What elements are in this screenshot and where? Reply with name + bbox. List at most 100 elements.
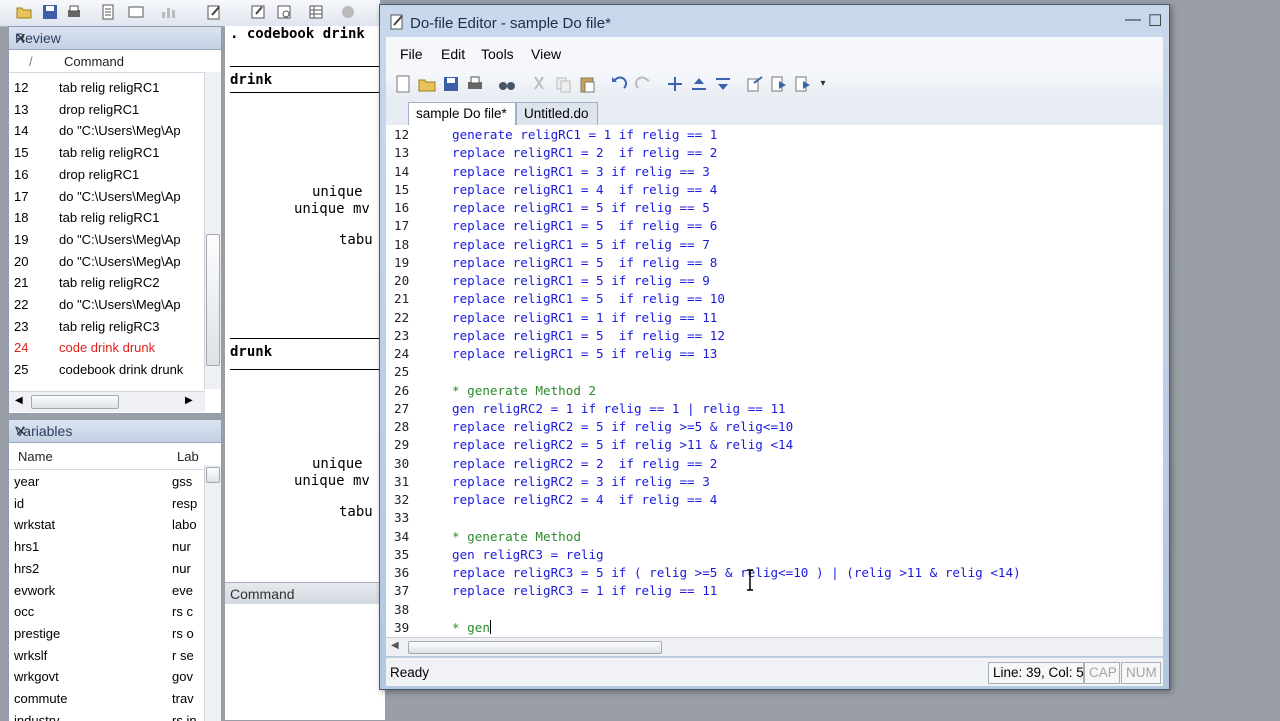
code-line[interactable]: gen religRC3 = relig [452,547,604,562]
review-row[interactable]: 16 drop religRC1 [9,164,204,186]
variable-row[interactable]: occ rs c [9,601,205,623]
variable-row[interactable]: year gss [9,471,205,493]
variable-row[interactable]: hrs2 nur [9,558,205,580]
code-line[interactable]: replace religRC1 = 5 if relig == 12 [452,328,725,343]
cut-icon[interactable] [530,75,548,93]
variable-row[interactable]: commute trav [9,688,205,710]
review-row[interactable]: 15 tab relig religRC1 [9,142,204,164]
command-input[interactable] [225,604,385,720]
variable-row[interactable]: wrkstat labo [9,514,205,536]
review-row[interactable]: 18 tab relig religRC1 [9,207,204,229]
graph-icon[interactable] [160,4,176,20]
menu-view[interactable]: View [531,46,561,62]
variable-row[interactable]: evwork eve [9,580,205,602]
code-line[interactable]: gen religRC2 = 1 if relig == 1 | relig =… [452,401,786,416]
review-row[interactable]: 20 do "C:\Users\Meg\Ap [9,251,204,273]
print-icon[interactable] [466,75,484,93]
code-line[interactable]: * generate Method 2 [452,383,596,398]
viewer-icon[interactable] [128,4,144,20]
label-column-header[interactable]: Lab [177,449,199,464]
redo-icon[interactable] [634,75,652,93]
scroll-left-icon[interactable]: ◀ [391,640,399,651]
code-line[interactable]: replace religRC1 = 5 if relig == 9 [452,273,710,288]
code-line[interactable]: replace religRC2 = 5 if relig >11 & reli… [452,437,793,452]
minimize-icon[interactable]: — [1125,11,1141,29]
code-line[interactable]: replace religRC3 = 1 if relig == 11 [452,583,717,598]
variable-row[interactable]: prestige rs o [9,623,205,645]
review-row[interactable]: 23 tab relig religRC3 [9,316,204,338]
run-icon[interactable] [770,75,788,93]
review-row[interactable]: 24 code drink drunk [9,337,204,359]
open-folder-icon[interactable] [16,4,32,20]
copy-icon[interactable] [554,75,572,93]
code-line[interactable]: replace religRC2 = 3 if relig == 3 [452,474,710,489]
save-icon[interactable] [442,75,460,93]
variable-row[interactable]: hrs1 nur [9,536,205,558]
editor-hscroll-thumb[interactable] [408,641,662,654]
data-browser-icon[interactable] [276,4,292,20]
code-line[interactable]: replace religRC1 = 1 if relig == 11 [452,310,717,325]
name-column-header[interactable]: Name [18,449,53,464]
scroll-left-icon[interactable]: ◀ [15,395,23,406]
review-row[interactable]: 22 do "C:\Users\Meg\Ap [9,294,204,316]
review-vertical-scrollbar[interactable] [204,72,221,389]
review-hscroll-thumb[interactable] [31,395,119,409]
tab-untitled-do[interactable]: Untitled.do [516,102,598,125]
find-icon[interactable] [498,75,516,93]
maximize-icon[interactable]: ☐ [1148,11,1162,31]
review-horizontal-scrollbar[interactable]: ◀ ▶ [9,391,205,412]
code-line[interactable]: replace religRC1 = 5 if relig == 6 [452,218,717,233]
code-line[interactable]: replace religRC2 = 5 if relig >=5 & reli… [452,419,793,434]
review-row[interactable]: 13 drop religRC1 [9,99,204,121]
show-file-in-viewer-icon[interactable] [746,75,764,93]
sort-column-header[interactable]: / [29,54,33,69]
code-line[interactable]: replace religRC2 = 4 if relig == 4 [452,492,717,507]
code-line[interactable]: replace religRC2 = 2 if relig == 2 [452,456,717,471]
review-row[interactable]: 25 codebook drink drunk [9,359,204,381]
code-editor[interactable]: 12 generate religRC1 = 1 if relig == 1 13 r… [386,125,1163,641]
variable-row[interactable]: industry rs in [9,710,205,721]
review-row[interactable]: 19 do "C:\Users\Meg\Ap [9,229,204,251]
command-column-header[interactable]: Command [64,54,124,69]
paste-icon[interactable] [578,75,596,93]
previous-bookmark-icon[interactable] [690,75,708,93]
menu-tools[interactable]: Tools [481,46,514,62]
next-bookmark-icon[interactable] [714,75,732,93]
review-row[interactable]: 21 tab relig religRC2 [9,272,204,294]
more-icon[interactable] [340,4,356,20]
data-editor-icon[interactable] [250,4,266,20]
review-vscroll-thumb[interactable] [206,234,220,366]
code-line[interactable]: generate religRC1 = 1 if relig == 1 [452,127,717,142]
code-line[interactable]: replace religRC1 = 2 if relig == 2 [452,145,717,160]
review-row[interactable]: 14 do "C:\Users\Meg\Ap [9,120,204,142]
code-line[interactable]: replace religRC1 = 5 if relig == 5 [452,200,710,215]
code-line[interactable]: replace religRC1 = 3 if relig == 3 [452,164,710,179]
execute-do-icon[interactable] [794,75,812,93]
variable-row[interactable]: wrkgovt gov [9,666,205,688]
variables-vscroll-thumb[interactable] [206,467,220,483]
variables-vertical-scrollbar[interactable] [204,465,221,721]
close-icon[interactable]: ✕ [15,30,216,47]
close-icon[interactable]: ✕ [15,423,216,440]
code-line[interactable]: replace religRC3 = 5 if ( relig >=5 & re… [452,565,1021,580]
open-folder-icon[interactable] [418,75,436,93]
new-file-icon[interactable] [394,75,412,93]
review-row[interactable]: 12 tab relig religRC1 [9,77,204,99]
menu-file[interactable]: File [400,46,423,62]
do-file-editor-icon[interactable] [206,4,222,20]
code-line[interactable]: replace religRC1 = 4 if relig == 4 [452,182,717,197]
bookmark-toggle-icon[interactable] [666,75,684,93]
undo-icon[interactable] [610,75,628,93]
print-icon[interactable] [66,4,82,20]
code-line[interactable]: replace religRC1 = 5 if relig == 8 [452,255,717,270]
review-row[interactable]: 17 do "C:\Users\Meg\Ap [9,186,204,208]
code-line[interactable]: replace religRC1 = 5 if relig == 13 [452,346,717,361]
code-line[interactable]: * generate Method [452,529,581,544]
code-line[interactable]: replace religRC1 = 5 if relig == 7 [452,237,710,252]
code-line[interactable]: * gen [452,619,491,635]
scroll-right-icon[interactable]: ▶ [185,395,193,406]
toolbar-overflow-icon[interactable]: ▾ [814,75,832,93]
variables-manager-icon[interactable] [308,4,324,20]
tab-sample-do-file[interactable]: sample Do file* [408,102,516,125]
variable-row[interactable]: wrkslf r se [9,645,205,667]
